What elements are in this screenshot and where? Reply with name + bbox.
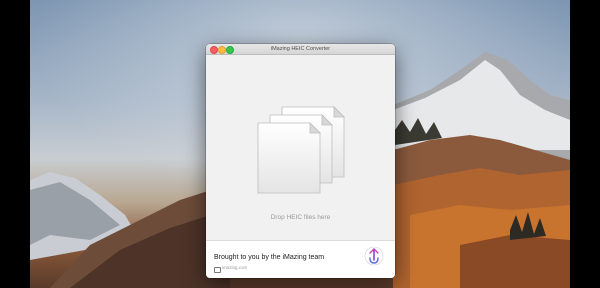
imazing-logo-icon[interactable] [364,246,384,266]
link-icon [214,267,221,273]
credits-footer: Brought to you by the iMazing team imazi… [206,240,395,278]
document-stack-icon [257,106,345,194]
website-link[interactable]: imazing.com [222,265,247,270]
converter-window: iMazing HEIC Converter Drop HEIC files h… [206,44,395,278]
drop-instruction: Drop HEIC files here [270,214,331,221]
drop-zone[interactable]: Drop HEIC files here [206,55,395,240]
window-title: iMazing HEIC Converter [270,46,331,52]
credits-title: Brought to you by the iMazing team [214,254,325,261]
document-icon-front [257,122,321,194]
window-titlebar[interactable]: iMazing HEIC Converter [206,44,395,55]
